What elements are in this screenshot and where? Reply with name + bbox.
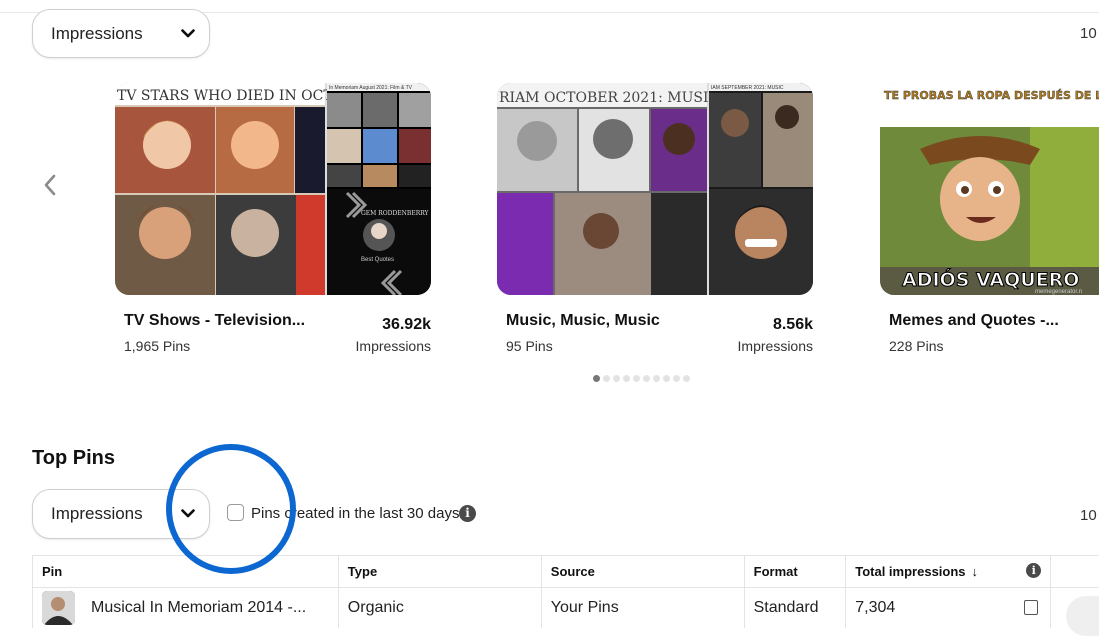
board-card-music[interactable]: RIAM OCTOBER 2021: MUSIC I IAM SEPTEMBER… — [497, 83, 813, 295]
board-pin-count: 1,965 Pins — [124, 338, 190, 354]
pagination-dot[interactable] — [603, 375, 610, 382]
row-action-button[interactable] — [1066, 596, 1099, 636]
carousel-prev-icon[interactable] — [42, 172, 66, 202]
pagination-dot[interactable] — [643, 375, 650, 382]
top-pins-metric-select-value: Impressions — [51, 504, 143, 524]
pagination-dot[interactable] — [683, 375, 690, 382]
board1-quote-text: Best Quotes — [361, 257, 394, 263]
board-cover-collage: TV STARS WHO DIED IN OCTO In Memoriam Au… — [115, 83, 431, 295]
board-impressions-value: 8.56k — [773, 316, 813, 334]
board1-gem-text: GEM RODDENBERRY — [361, 210, 430, 217]
pagination-dot[interactable] — [623, 375, 630, 382]
boards-metric-select-value: Impressions — [51, 24, 143, 44]
cell-type: Organic — [338, 588, 541, 629]
board2-banner-text: RIAM OCTOBER 2021: MUSIC I — [499, 90, 729, 106]
cell-format: Standard — [744, 588, 846, 629]
column-header-extra — [1050, 556, 1099, 588]
board-pin-count: 228 Pins — [889, 338, 943, 354]
board-title: Memes and Quotes -... — [889, 312, 1059, 330]
board1-banner-text: TV STARS WHO DIED IN OCTO — [117, 88, 344, 104]
pin-thumbnail — [42, 591, 75, 625]
info-icon[interactable]: i — [1026, 563, 1041, 578]
board-card-memes[interactable]: TE PROBAS LA ROPA DESPUÉS DE LA CUARENTE… — [880, 83, 1099, 295]
board-impressions-label: Impressions — [356, 338, 431, 354]
pagination-dot[interactable] — [613, 375, 620, 382]
board-cover-collage: RIAM OCTOBER 2021: MUSIC I IAM SEPTEMBER… — [497, 83, 813, 295]
column-header-format[interactable]: Format — [744, 556, 846, 588]
column-header-pin[interactable]: Pin — [33, 556, 339, 588]
section-title-top-pins: Top Pins — [32, 447, 115, 470]
top-pins-table: Pin Type Source Format Total impressions… — [32, 555, 1099, 628]
board-pin-count: 95 Pins — [506, 338, 553, 354]
board-title: TV Shows - Television... — [124, 312, 305, 330]
board-cover-meme: TE PROBAS LA ROPA DESPUÉS DE LA CUARENTE… — [880, 83, 1099, 295]
pagination-dot[interactable] — [593, 375, 600, 382]
column-header-source[interactable]: Source — [541, 556, 744, 588]
sort-down-arrow-icon: ↓ — [972, 564, 979, 579]
board-impressions-label: Impressions — [738, 338, 813, 354]
board1-small-banner-text: In Memoriam August 2021: Film & TV — [329, 85, 413, 91]
boards-edge-text: 10 — [1080, 25, 1097, 42]
annotation-circle — [166, 444, 296, 574]
cell-pin[interactable]: Musical In Memoriam 2014 -... — [33, 588, 339, 629]
column-header-type[interactable]: Type — [338, 556, 541, 588]
impressions-value: 7,304 — [855, 599, 895, 616]
board-title: Music, Music, Music — [506, 312, 660, 330]
meme-bottom-text: ADIÓS VAQUERO — [902, 267, 1079, 291]
meme-credit-text: memegenerator.n — [1035, 289, 1082, 295]
pin-title: Musical In Memoriam 2014 -... — [91, 599, 306, 616]
pagination-dot[interactable] — [673, 375, 680, 382]
column-header-total-impressions-label: Total impressions — [855, 564, 965, 579]
board-card-tv-shows[interactable]: TV STARS WHO DIED IN OCTO In Memoriam Au… — [115, 83, 431, 295]
chevron-down-icon — [181, 29, 195, 38]
copy-icon[interactable] — [1024, 600, 1038, 615]
pagination-dot[interactable] — [663, 375, 670, 382]
top-pins-edge-text: 10 — [1080, 507, 1097, 524]
column-header-total-impressions[interactable]: Total impressions ↓ i — [846, 556, 1050, 588]
board2-small-banner-text: IAM SEPTEMBER 2021: MUSIC — [711, 85, 784, 91]
carousel-pagination[interactable] — [593, 375, 690, 382]
pagination-dot[interactable] — [633, 375, 640, 382]
board-impressions-value: 36.92k — [382, 316, 431, 334]
pagination-dot[interactable] — [653, 375, 660, 382]
info-icon[interactable]: i — [459, 505, 476, 522]
meme-top-text: TE PROBAS LA ROPA DESPUÉS DE LA CUARENTE… — [884, 89, 1099, 102]
cell-impressions: 7,304 — [846, 588, 1050, 629]
cell-source: Your Pins — [541, 588, 744, 629]
boards-metric-select[interactable]: Impressions — [32, 9, 210, 58]
table-row[interactable]: Musical In Memoriam 2014 -... Organic Yo… — [33, 588, 1099, 629]
